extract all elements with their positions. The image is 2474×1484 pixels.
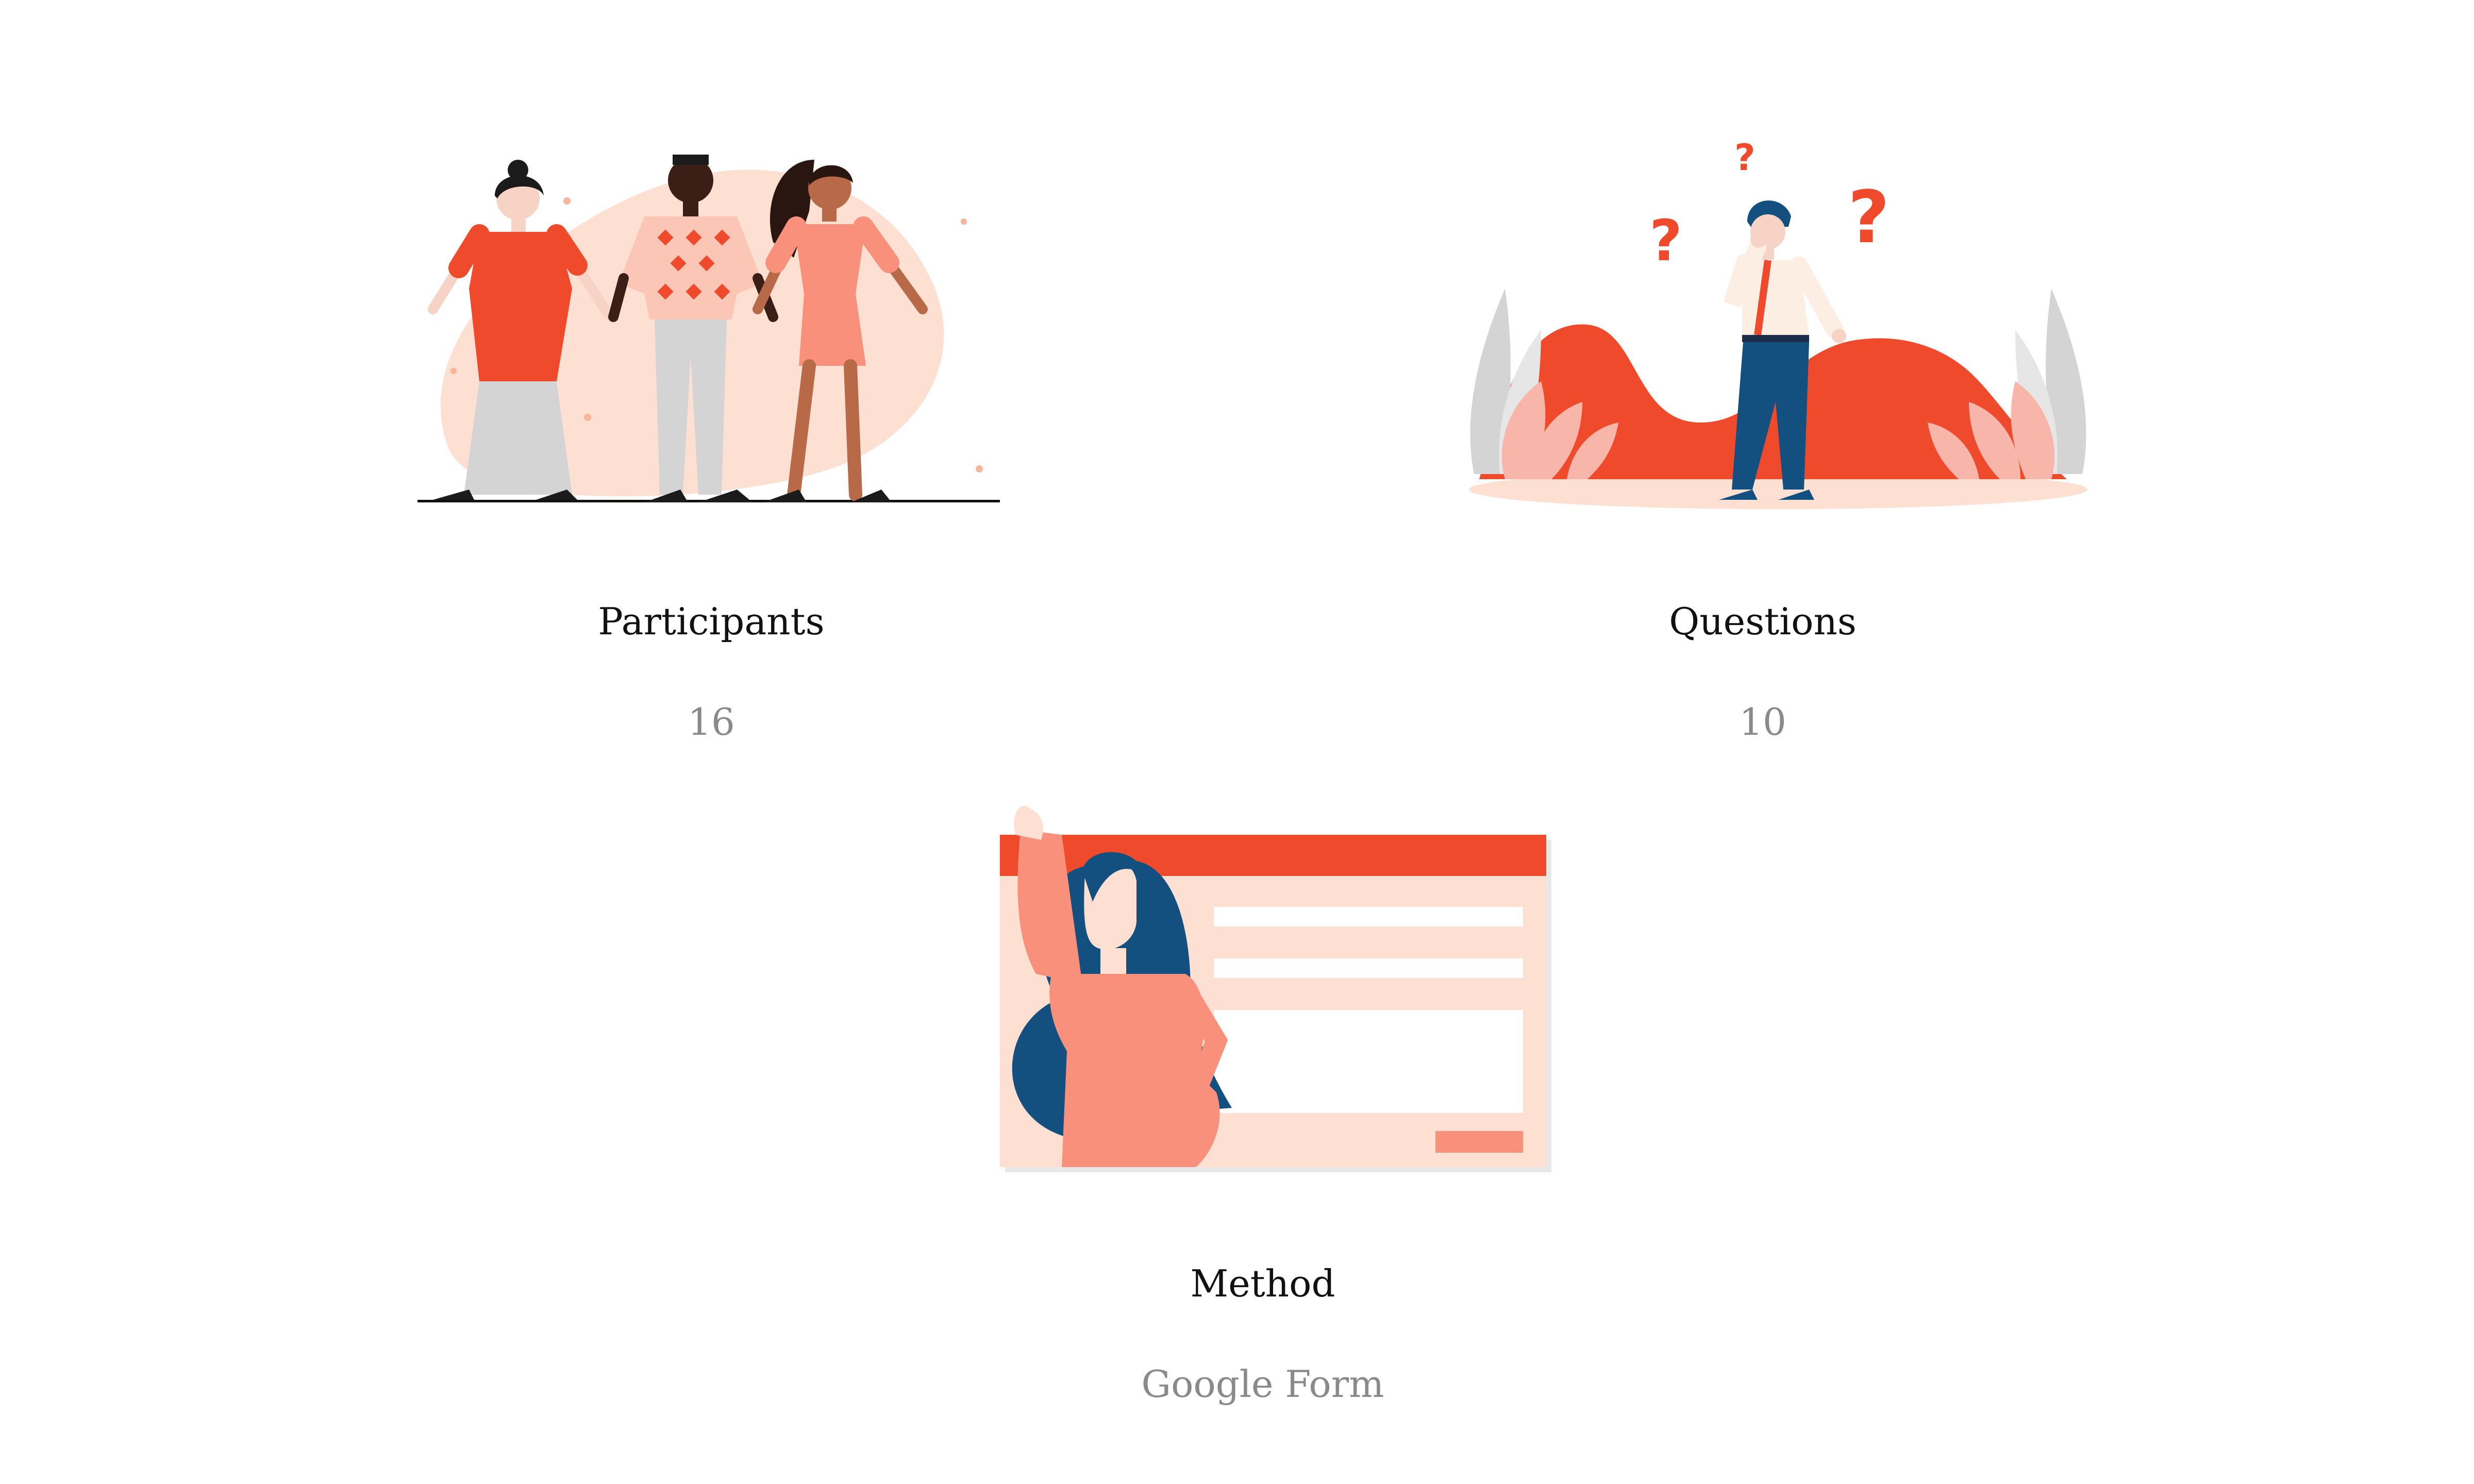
svg-text:?: ? xyxy=(1649,208,1682,274)
stat-label: Method xyxy=(1190,1262,1335,1305)
stat-value: Google Form xyxy=(1141,1362,1384,1406)
participants-illustration xyxy=(402,139,1021,510)
confused-man-icon: ? ? ? xyxy=(1469,137,2087,509)
stat-value: 10 xyxy=(1739,700,1786,744)
stat-label: Questions xyxy=(1669,600,1857,643)
questions-illustration: ? ? ? xyxy=(1453,134,2103,515)
online-form-icon xyxy=(1000,805,1551,1172)
svg-text:?: ? xyxy=(1848,176,1890,260)
svg-text:?: ? xyxy=(1734,137,1756,179)
people-holding-hands-icon xyxy=(417,155,1000,502)
stat-label: Participants xyxy=(598,600,825,643)
stat-value: 16 xyxy=(688,700,735,744)
method-illustration xyxy=(990,804,1551,1175)
